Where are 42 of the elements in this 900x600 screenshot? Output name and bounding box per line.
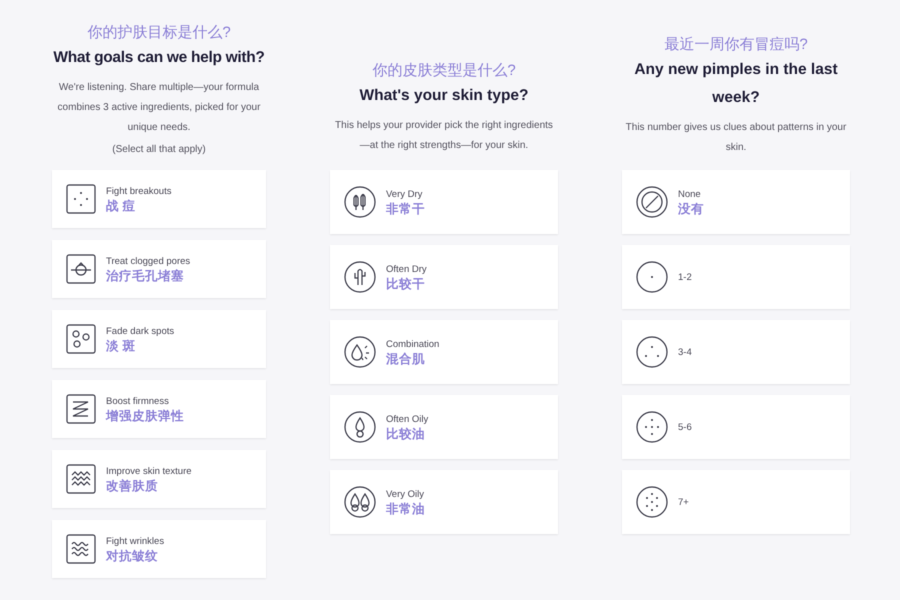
option-card[interactable]: Fight breakouts 战 痘 <box>52 170 266 228</box>
trees-icon <box>344 186 376 218</box>
option-card[interactable]: Often Dry 比较干 <box>330 245 558 309</box>
waves-icon <box>66 464 96 494</box>
option-card[interactable]: Fade dark spots 淡 斑 <box>52 310 266 368</box>
question-title-chinese: 你的护肤目标是什么? <box>87 23 231 43</box>
dots-circle-icon <box>636 336 668 368</box>
spots-icon <box>66 324 96 354</box>
dots-circle-icon <box>636 486 668 518</box>
drop-icon <box>344 336 376 368</box>
question-title: Any new pimples in the last week? <box>633 60 839 108</box>
option-card[interactable]: None 没有 <box>622 170 850 234</box>
option-card[interactable]: Very Dry 非常干 <box>330 170 558 234</box>
question-title: What's your skin type? <box>359 86 529 106</box>
option-card[interactable]: Treat clogged pores 治疗毛孔堵塞 <box>52 240 266 298</box>
drops-icon <box>344 486 376 518</box>
question-title-chinese: 最近一周你有冒痘吗? <box>664 35 808 55</box>
dot-circle-icon <box>636 261 668 293</box>
cactus-icon <box>344 261 376 293</box>
question-title: What goals can we help with? <box>53 48 265 68</box>
question-description: This number gives us clues about patterns in your skin. <box>624 121 848 155</box>
question-title-chinese: 你的皮肤类型是什么? <box>372 61 516 81</box>
option-card[interactable]: Combination 混合肌 <box>330 320 558 384</box>
instruction-note: (Select all that apply) <box>112 143 206 157</box>
dots-icon <box>66 184 96 214</box>
waves-icon <box>66 534 96 564</box>
option-card[interactable]: 7+ <box>622 470 850 534</box>
option-card[interactable]: 1-2 <box>622 245 850 309</box>
pore-icon <box>66 254 96 284</box>
prohibited-icon <box>636 186 668 218</box>
option-card[interactable]: 5-6 <box>622 395 850 459</box>
option-card[interactable]: Improve skin texture 改善肤质 <box>52 450 266 508</box>
drop-icon <box>344 411 376 443</box>
dots-circle-icon <box>636 411 668 443</box>
option-card[interactable]: Often Oily 比较油 <box>330 395 558 459</box>
option-card[interactable]: Fight wrinkles 对抗皱纹 <box>52 520 266 578</box>
option-card[interactable]: Very Oily 非常油 <box>330 470 558 534</box>
option-card[interactable]: 3-4 <box>622 320 850 384</box>
question-description: This helps your provider pick the right ingredients —at the right strengths—for your skin. <box>334 119 554 153</box>
option-card[interactable]: Boost firmness 增强皮肤弹性 <box>52 380 266 438</box>
zigzag-icon <box>66 394 96 424</box>
question-description: We're listening. Share multiple—your formula combines 3 active ingredients, picked for your unique needs. <box>56 81 262 135</box>
